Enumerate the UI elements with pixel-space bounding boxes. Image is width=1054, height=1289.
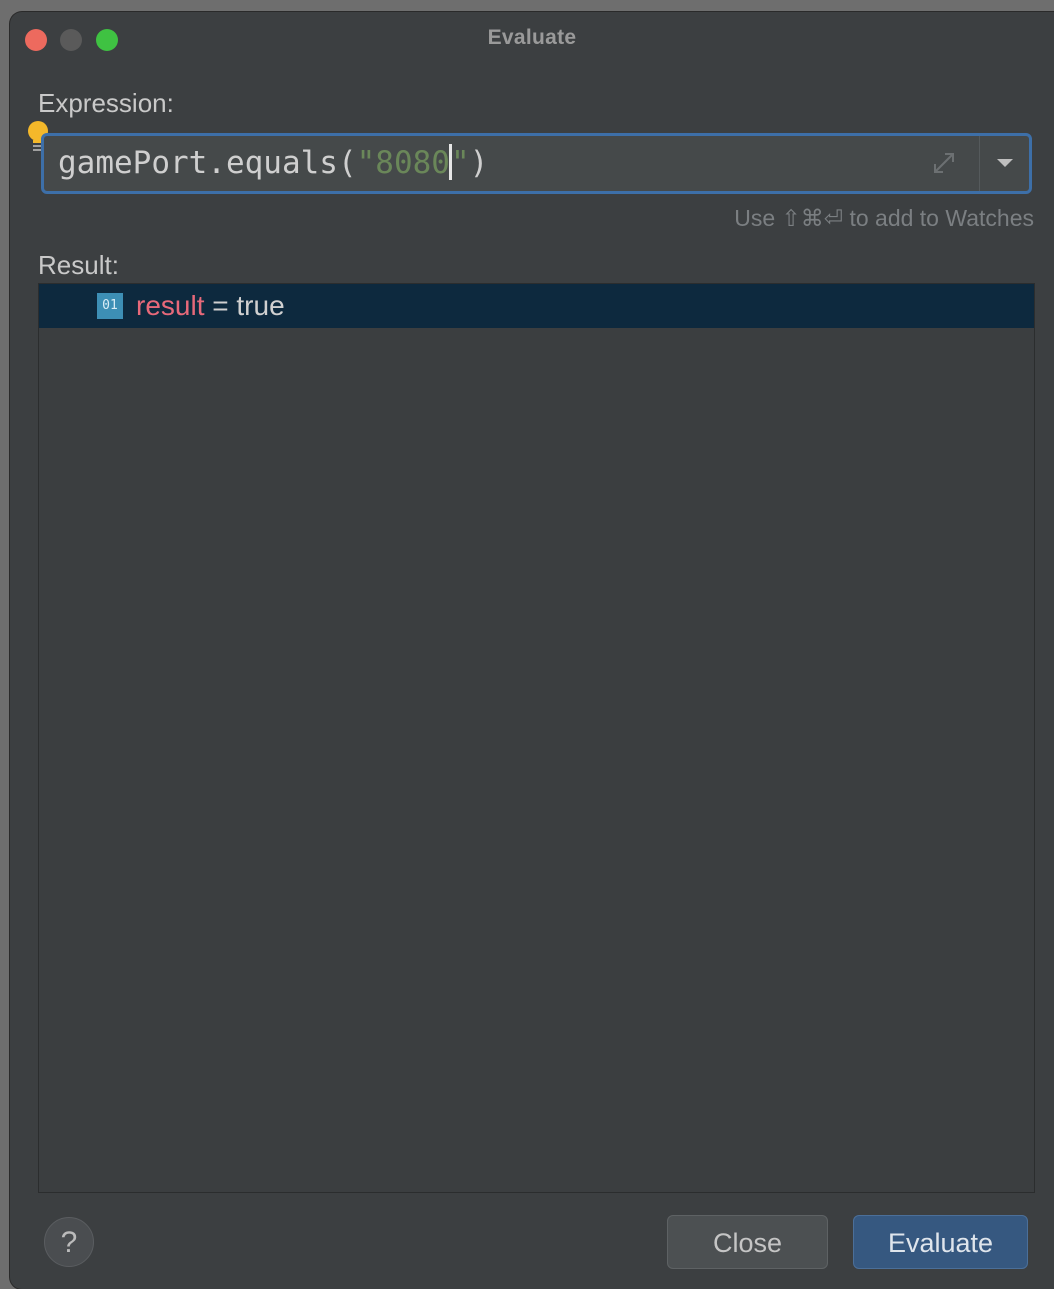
expand-icon[interactable]	[927, 146, 961, 180]
chevron-down-icon	[997, 159, 1013, 167]
evaluate-dialog: Evaluate Expression: gamePort.equals("80…	[10, 12, 1054, 1289]
result-value: true	[236, 290, 285, 321]
code-suffix: )	[469, 145, 489, 181]
boolean-type-icon: 01	[97, 293, 123, 319]
close-button[interactable]: Close	[667, 1215, 828, 1269]
result-entry: result = true	[136, 289, 285, 323]
watches-hint: Use ⇧⌘⏎ to add to Watches	[734, 205, 1034, 231]
result-row[interactable]: 01 result = true	[39, 284, 1034, 328]
result-separator: =	[204, 290, 237, 321]
window-title: Evaluate	[487, 26, 577, 49]
title-bar[interactable]: Evaluate	[10, 12, 1054, 64]
string-literal-end: "	[450, 145, 470, 181]
result-tree[interactable]: 01 result = true	[38, 283, 1035, 1193]
expression-code[interactable]: gamePort.equals("8080")	[58, 144, 488, 182]
code-prefix: gamePort.equals(	[58, 145, 357, 181]
evaluate-button[interactable]: Evaluate	[853, 1215, 1028, 1269]
result-label: Result:	[38, 250, 119, 280]
history-dropdown-button[interactable]	[980, 136, 1029, 191]
result-variable-name: result	[136, 290, 205, 321]
help-button[interactable]: ?	[44, 1217, 94, 1267]
string-literal-start: "8080	[356, 145, 450, 181]
expression-input[interactable]: gamePort.equals("8080")	[41, 133, 1032, 194]
expression-label: Expression:	[38, 88, 174, 118]
